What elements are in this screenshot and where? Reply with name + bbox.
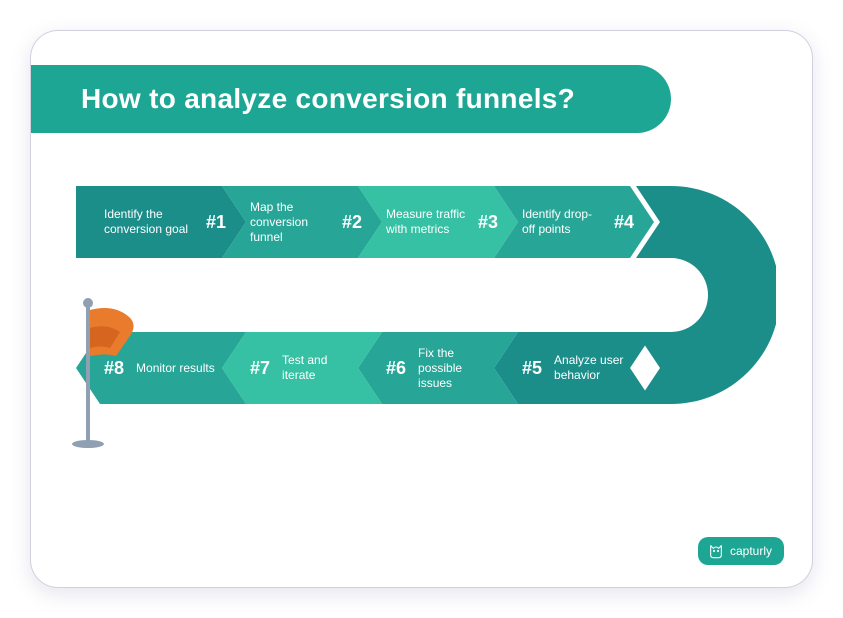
step-number: #5 xyxy=(522,358,542,379)
brand-badge: capturly xyxy=(698,537,784,565)
step-arrow-7: #7 Test and iterate xyxy=(222,332,382,404)
step-label: Identify drop-off points xyxy=(522,207,602,237)
step-number: #7 xyxy=(250,358,270,379)
step-label: Map the conversion funnel xyxy=(250,200,330,245)
step-arrow-6: #6 Fix the possible issues xyxy=(358,332,518,404)
title-band: How to analyze conversion funnels? xyxy=(31,65,671,133)
brand-name: capturly xyxy=(730,544,772,558)
step-label: Measure traffic with metrics xyxy=(386,207,466,237)
step-number: #6 xyxy=(386,358,406,379)
step-number: #4 xyxy=(614,212,634,233)
step-arrow-4: Identify drop-off points #4 xyxy=(494,186,654,258)
step-label: Identify the conversion goal xyxy=(104,207,194,237)
step-label: Test and iterate xyxy=(282,353,362,383)
funnel-diagram: Identify the conversion goal #1 Map the … xyxy=(76,186,756,476)
step-number: #8 xyxy=(104,358,124,379)
step-arrow-5: #5 Analyze user behavior xyxy=(494,332,654,404)
step-label: Monitor results xyxy=(136,361,215,376)
infographic-card: How to analyze conversion funnels? Ident… xyxy=(30,30,813,588)
title: How to analyze conversion funnels? xyxy=(81,83,575,115)
uturn-connector xyxy=(636,186,776,404)
owl-icon xyxy=(708,543,724,559)
step-arrow-1: Identify the conversion goal #1 xyxy=(76,186,246,258)
step-label: Analyze user behavior xyxy=(554,353,634,383)
step-label: Fix the possible issues xyxy=(418,346,498,391)
